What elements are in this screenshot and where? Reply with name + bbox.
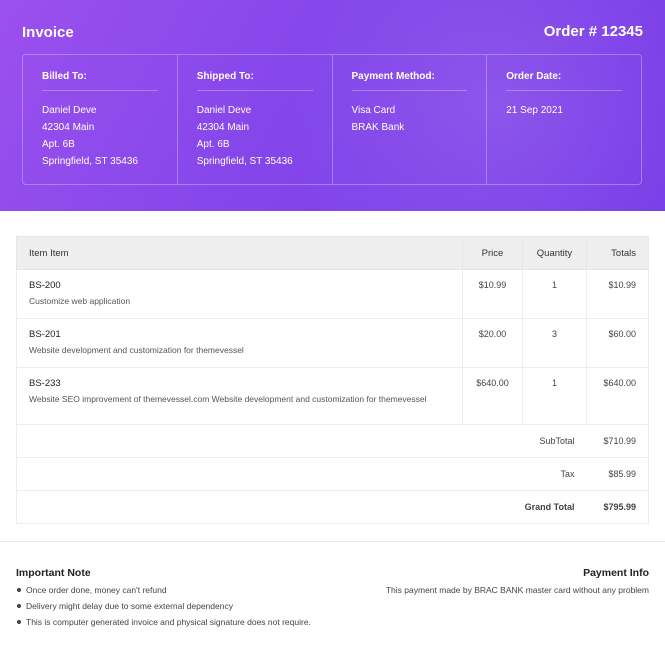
table-row: BS-201 Website development and customiza… bbox=[15, 318, 650, 368]
billed-to-line: 42304 Main bbox=[42, 122, 95, 133]
shipped-to-line: Apt. 6B bbox=[196, 139, 230, 150]
billed-to-line: Springfield, ST 35436 bbox=[42, 156, 138, 167]
column-header-price: Price bbox=[462, 236, 523, 270]
item-price: $20.00 bbox=[462, 318, 523, 368]
item-cell: BS-233 Website SEO improvement of themev… bbox=[15, 367, 464, 425]
payment-method-heading: Payment Method: bbox=[351, 71, 468, 91]
billed-to-section: Billed To: Daniel Deve 42304 Main Apt. 6… bbox=[23, 55, 178, 184]
item-price: $640.00 bbox=[462, 367, 523, 425]
invoice-title: Invoice bbox=[22, 24, 74, 41]
table-row: BS-233 Website SEO improvement of themev… bbox=[15, 367, 650, 425]
column-header-item: Item Item bbox=[15, 236, 464, 270]
important-note-heading: Important Note bbox=[16, 567, 91, 579]
billed-to-line: Apt. 6B bbox=[42, 139, 75, 150]
item-quantity: 1 bbox=[522, 269, 587, 319]
table-row: BS-200 Customize web application $10.99 … bbox=[15, 269, 650, 319]
subtotal-value: $710.99 bbox=[586, 424, 650, 458]
note-item: Once order done, money can't refund bbox=[16, 584, 316, 596]
tax-value: $85.99 bbox=[586, 457, 650, 491]
item-quantity: 3 bbox=[522, 318, 587, 368]
subtotal-row: SubTotal $710.99 bbox=[16, 424, 650, 458]
item-description: Customize web application bbox=[29, 296, 131, 306]
footer-divider bbox=[0, 541, 665, 542]
table-header-row: Item Item Price Quantity Totals bbox=[15, 236, 650, 270]
billed-to-heading: Billed To: bbox=[42, 71, 158, 91]
item-total: $10.99 bbox=[585, 269, 650, 319]
item-description: Website SEO improvement of themevessel.c… bbox=[29, 394, 427, 404]
grand-total-row: Grand Total $795.99 bbox=[16, 490, 650, 524]
note-item: Delivery might delay due to some externa… bbox=[16, 600, 316, 612]
payment-info: Payment Info This payment made by BRAC B… bbox=[329, 567, 649, 595]
item-cell: BS-200 Customize web application bbox=[15, 269, 464, 319]
invoice-items-table: Item Item Price Quantity Totals BS-200 C… bbox=[15, 236, 650, 524]
subtotal-label: SubTotal bbox=[16, 424, 587, 458]
payment-info-heading: Payment Info bbox=[583, 567, 649, 579]
order-number: Order # 12345 bbox=[543, 23, 643, 40]
item-sku: BS-201 bbox=[29, 329, 61, 340]
payment-method-line: Visa Card bbox=[351, 105, 396, 116]
order-date-value: 21 Sep 2021 bbox=[506, 105, 563, 116]
item-total: $640.00 bbox=[585, 367, 650, 425]
invoice-info-box: Billed To: Daniel Deve 42304 Main Apt. 6… bbox=[22, 54, 642, 185]
item-description: Website development and customization fo… bbox=[29, 345, 244, 355]
tax-label: Tax bbox=[16, 457, 587, 491]
important-note: Important Note Once order done, money ca… bbox=[16, 567, 316, 632]
shipped-to-line: Daniel Deve bbox=[196, 105, 252, 116]
column-header-totals: Totals bbox=[585, 236, 650, 270]
item-cell: BS-201 Website development and customiza… bbox=[15, 318, 464, 368]
item-total: $60.00 bbox=[585, 318, 650, 368]
shipped-to-line: Springfield, ST 35436 bbox=[196, 156, 293, 167]
item-sku: BS-200 bbox=[29, 280, 61, 291]
payment-method-line: BRAK Bank bbox=[351, 122, 405, 133]
payment-info-text: This payment made by BRAC BANK master ca… bbox=[385, 585, 649, 595]
order-date-heading: Order Date: bbox=[506, 71, 622, 91]
column-header-quantity: Quantity bbox=[522, 236, 587, 270]
tax-row: Tax $85.99 bbox=[16, 457, 650, 491]
shipped-to-heading: Shipped To: bbox=[196, 71, 313, 91]
item-price: $10.99 bbox=[462, 269, 523, 319]
invoice-header: Invoice Order # 12345 Billed To: Daniel … bbox=[0, 0, 665, 211]
shipped-to-section: Shipped To: Daniel Deve 42304 Main Apt. … bbox=[178, 55, 333, 184]
note-item: This is computer generated invoice and p… bbox=[16, 616, 316, 628]
shipped-to-line: 42304 Main bbox=[196, 122, 250, 133]
item-sku: BS-233 bbox=[29, 378, 61, 389]
grand-total-value: $795.99 bbox=[586, 490, 650, 524]
billed-to-line: Daniel Deve bbox=[42, 105, 97, 116]
grand-total-label: Grand Total bbox=[16, 490, 587, 524]
note-list: Once order done, money can't refund Deli… bbox=[16, 584, 316, 628]
item-quantity: 1 bbox=[522, 367, 587, 425]
payment-method-section: Payment Method: Visa Card BRAK Bank bbox=[333, 55, 488, 184]
order-date-section: Order Date: 21 Sep 2021 bbox=[487, 55, 641, 184]
